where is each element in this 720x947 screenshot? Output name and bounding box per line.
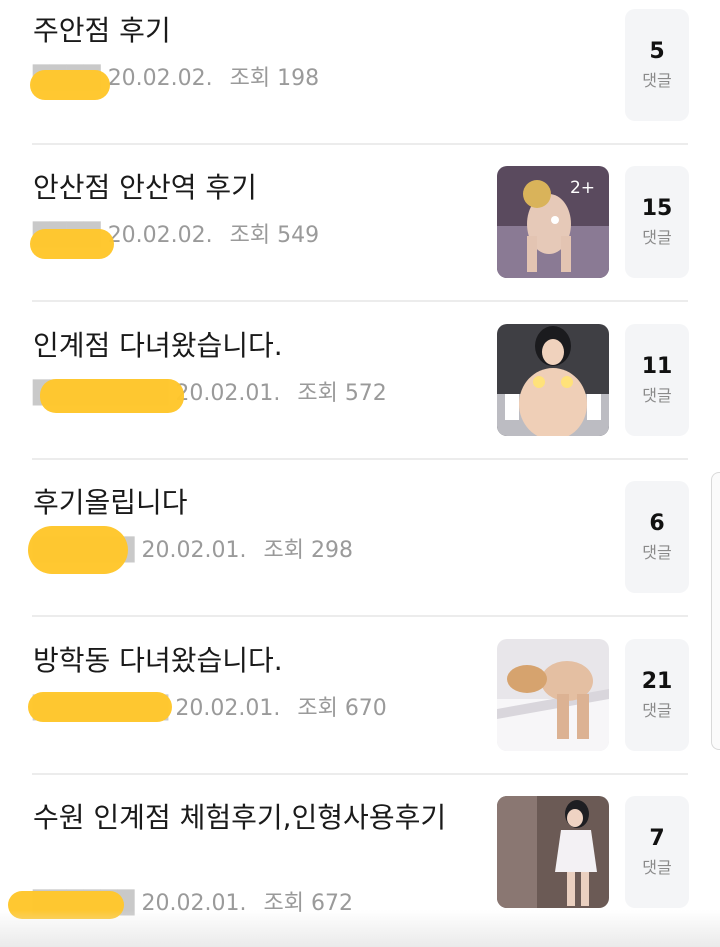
views-count: 298	[310, 538, 353, 563]
redaction-mark	[40, 379, 184, 413]
comment-count: 15	[641, 196, 673, 221]
redaction-mark	[28, 692, 172, 722]
post-thumbnail[interactable]	[497, 796, 609, 908]
list-item[interactable]: 후기올립니다 ██████ 20.02.01. 조회 298 6 댓글	[0, 472, 720, 629]
post-title[interactable]: 안산점 안산역 후기	[33, 166, 473, 210]
list-item[interactable]: 안산점 안산역 후기 ████ 20.02.02. 조회 549 2+ 15 댓…	[0, 157, 720, 314]
comment-label: 댓글	[642, 701, 672, 720]
post-title[interactable]: 후기올립니다	[33, 481, 473, 525]
comment-count-box[interactable]: 15 댓글	[625, 166, 689, 278]
views-count: 198	[277, 66, 320, 91]
comment-count-box[interactable]: 11 댓글	[625, 324, 689, 436]
divider	[32, 300, 688, 302]
views-count: 572	[344, 381, 387, 406]
views-count: 549	[277, 223, 320, 248]
divider	[32, 615, 688, 617]
post-date: 20.02.01.	[141, 538, 247, 563]
comment-label: 댓글	[642, 228, 672, 247]
divider	[32, 773, 688, 775]
post-title[interactable]: 인계점 다녀왔습니다.	[33, 324, 473, 368]
comment-count-box[interactable]: 7 댓글	[625, 796, 689, 908]
comment-count: 11	[641, 354, 673, 379]
redaction-mark	[30, 229, 114, 259]
post-title[interactable]: 주안점 후기	[33, 9, 473, 53]
divider	[32, 458, 688, 460]
comment-count: 5	[649, 39, 665, 64]
divider	[32, 143, 688, 145]
comment-count: 7	[649, 826, 665, 851]
post-title[interactable]: 방학동 다녀왔습니다.	[33, 639, 473, 683]
comment-label: 댓글	[642, 543, 672, 562]
redaction-mark	[28, 526, 128, 574]
scrollbar[interactable]	[711, 472, 720, 750]
comment-count: 21	[641, 669, 673, 694]
bottom-fade	[0, 910, 720, 947]
comment-label: 댓글	[642, 858, 672, 877]
views-label: 조회	[297, 696, 338, 721]
thumbnail-image	[497, 324, 609, 436]
comment-count-box[interactable]: 5 댓글	[625, 9, 689, 121]
views-label: 조회	[229, 66, 271, 91]
post-date: 20.02.02.	[107, 223, 213, 248]
list-item[interactable]: 주안점 후기 ████ 20.02.02. 조회 198 5 댓글	[0, 0, 720, 157]
views-label: 조회	[297, 381, 338, 406]
post-date: 20.02.01.	[175, 696, 281, 721]
comment-label: 댓글	[642, 386, 672, 405]
post-date: 20.02.01.	[175, 381, 281, 406]
list-item[interactable]: 인계점 다녀왔습니다. ████████ 20.02.01. 조회 572 11	[0, 315, 720, 472]
thumbnail-image	[497, 796, 609, 908]
post-thumbnail[interactable]	[497, 324, 609, 436]
post-title[interactable]: 수원 인계점 체험후기,인형사용후기	[33, 796, 473, 840]
views-count: 670	[344, 696, 387, 721]
views-label: 조회	[229, 223, 271, 248]
comment-count: 6	[649, 511, 665, 536]
comment-count-box[interactable]: 6 댓글	[625, 481, 689, 593]
image-count-badge: 2+	[569, 178, 595, 198]
views-label: 조회	[263, 538, 304, 563]
comment-count-box[interactable]: 21 댓글	[625, 639, 689, 751]
post-date: 20.02.02.	[107, 66, 213, 91]
thumbnail-image	[497, 639, 609, 751]
list-item[interactable]: 방학동 다녀왔습니다. ████████ 20.02.01. 조회 670 21…	[0, 630, 720, 787]
post-thumbnail[interactable]	[497, 639, 609, 751]
post-thumbnail[interactable]: 2+	[497, 166, 609, 278]
redaction-mark	[30, 70, 110, 100]
comment-label: 댓글	[642, 71, 672, 90]
